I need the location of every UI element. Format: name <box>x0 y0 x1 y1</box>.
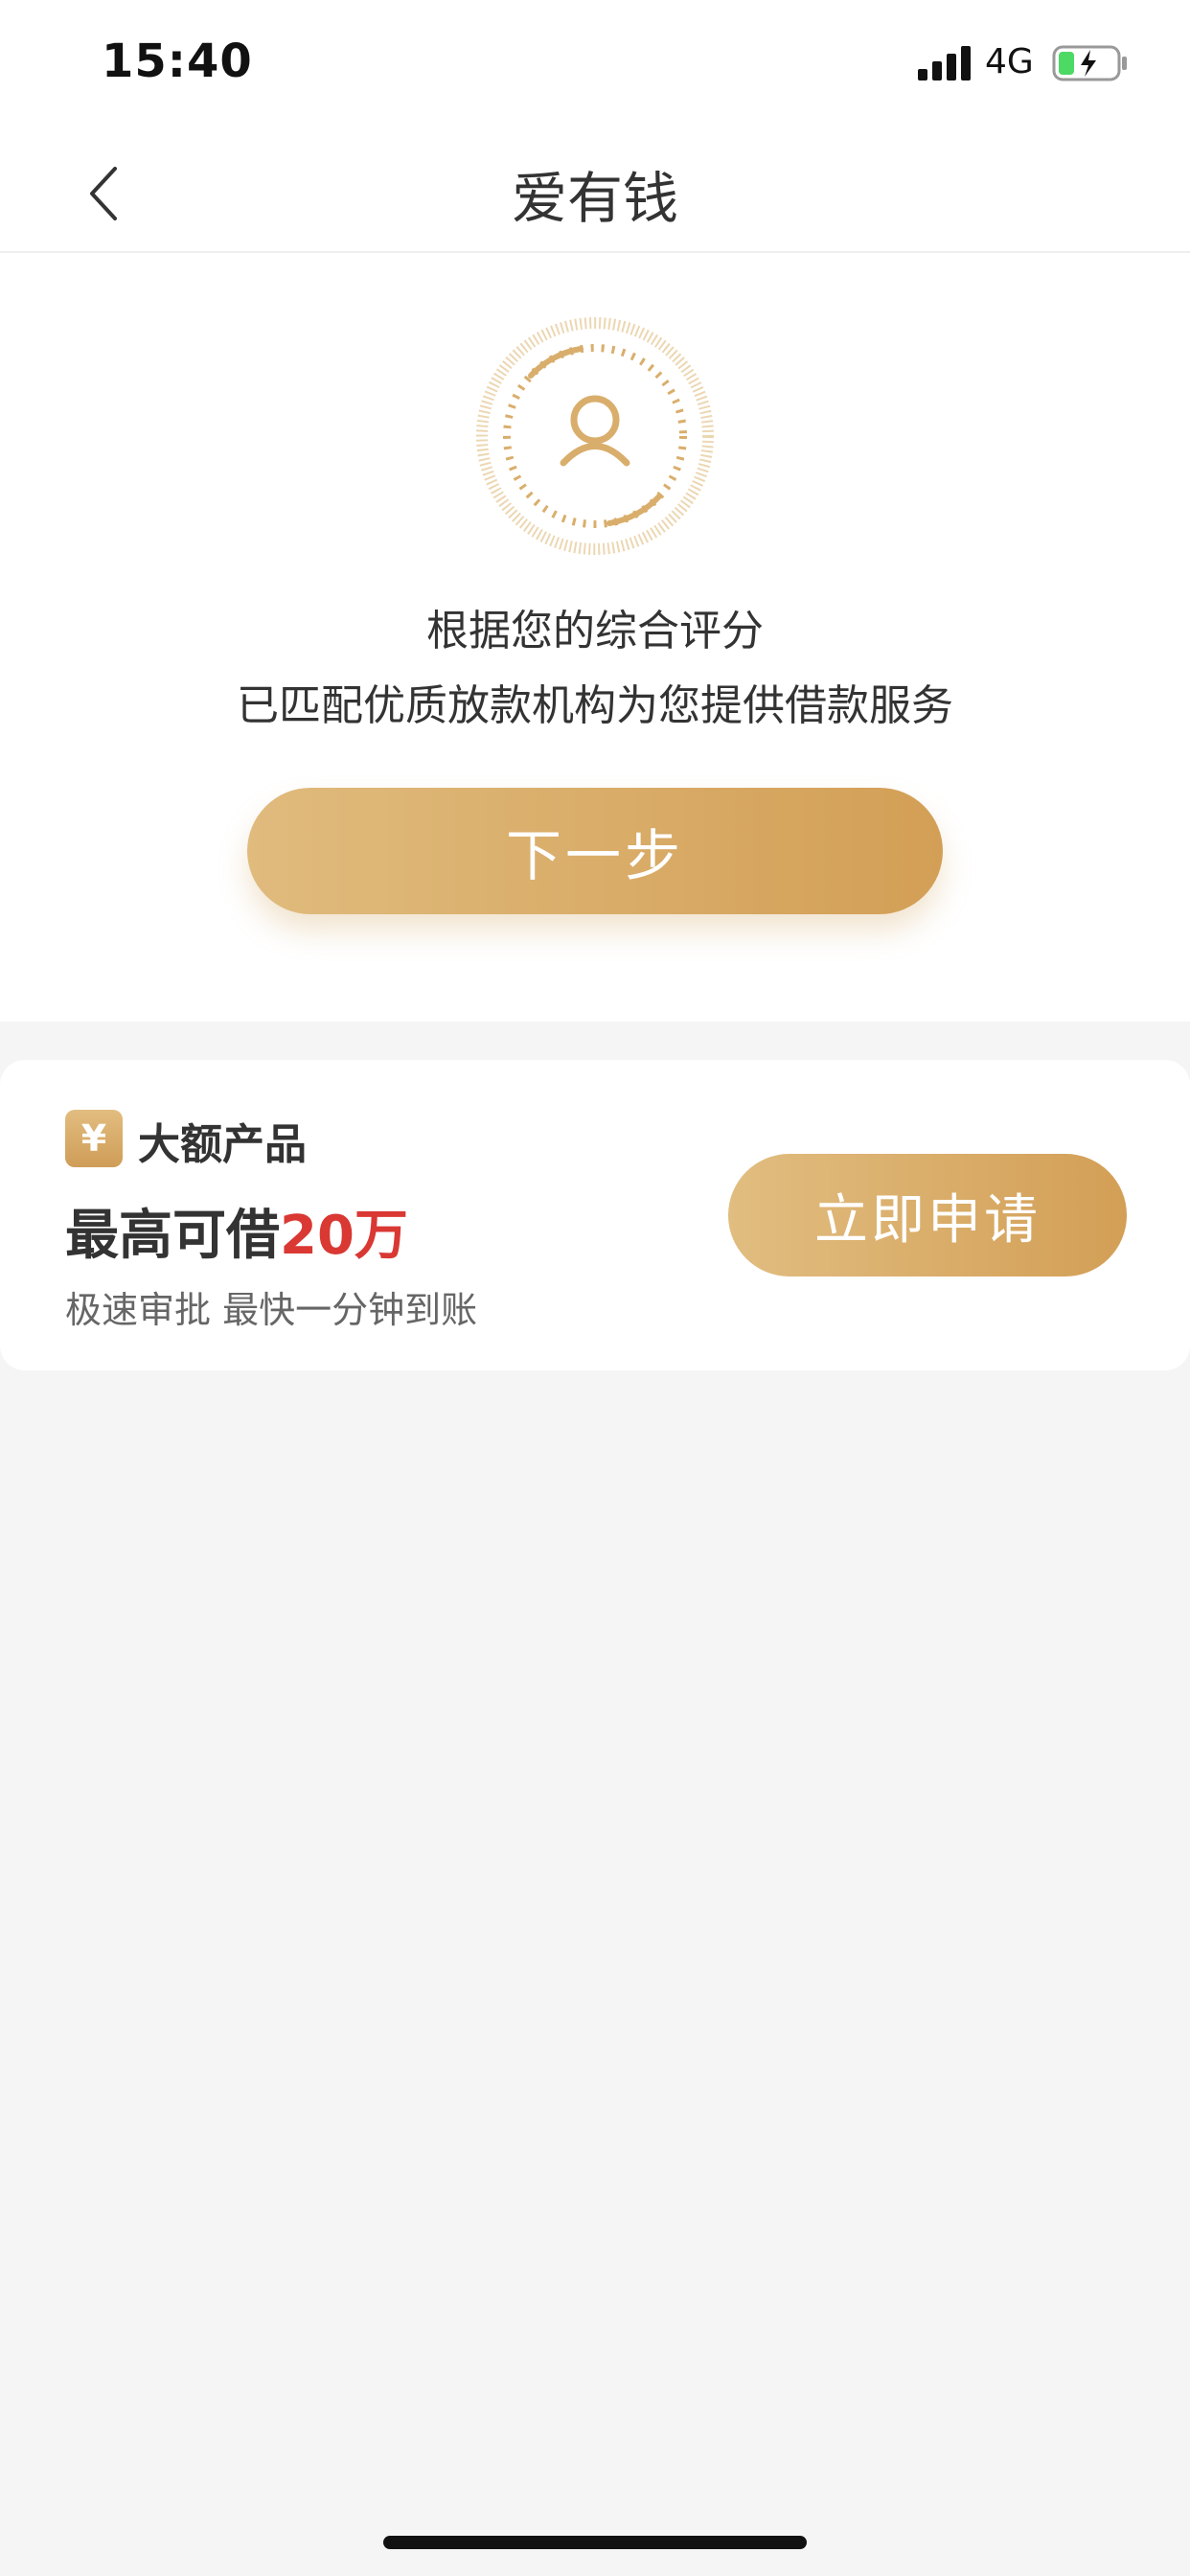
match-description-line-2: 已匹配优质放款机构为您提供借款服务 <box>237 681 953 730</box>
network-type: 4G <box>985 42 1034 81</box>
yuan-badge-icon: ¥ <box>65 1110 123 1167</box>
product-card: ¥ 大额产品 最高可借20万 极速审批 最快一分钟到账 立即申请 <box>0 1060 1190 1370</box>
home-indicator[interactable] <box>383 2536 807 2549</box>
battery-charging-icon <box>1052 45 1127 81</box>
match-description-line-1: 根据您的综合评分 <box>426 607 764 656</box>
product-headline-prefix: 最高可借 <box>65 1205 280 1267</box>
apply-now-button[interactable]: 立即申请 <box>728 1154 1127 1276</box>
signal-bars-icon <box>918 46 971 80</box>
product-category: 大额产品 <box>138 1120 307 1169</box>
match-section: 根据您的综合评分 已匹配优质放款机构为您提供借款服务 下一步 <box>0 253 1190 1022</box>
status-bar: 15:40 4G <box>0 0 1190 128</box>
user-score-ring-icon <box>476 317 714 555</box>
product-description: 极速审批 最快一分钟到账 <box>65 1289 478 1331</box>
status-time: 15:40 <box>102 34 253 88</box>
next-step-button[interactable]: 下一步 <box>247 788 943 914</box>
page-title: 爱有钱 <box>511 166 678 231</box>
nav-bar: 爱有钱 <box>0 128 1190 253</box>
product-headline: 最高可借20万 <box>65 1192 408 1270</box>
product-max-amount: 20万 <box>280 1205 408 1267</box>
